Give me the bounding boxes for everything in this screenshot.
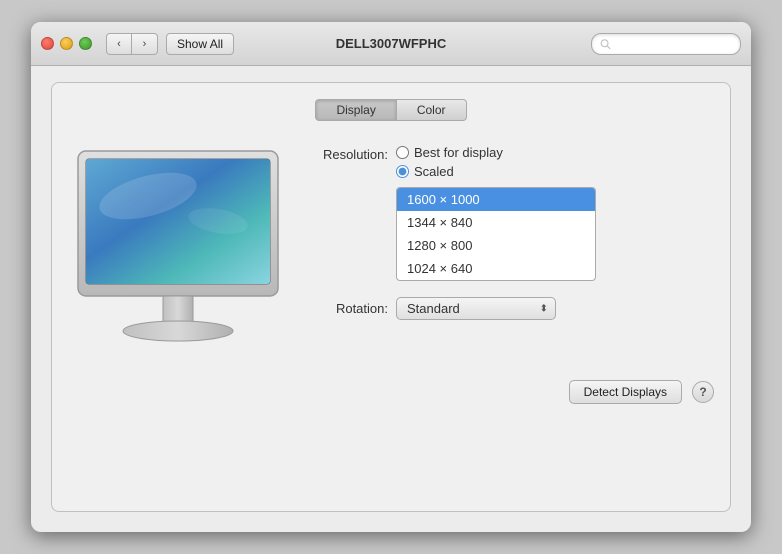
tab-bar: Display Color xyxy=(68,99,714,121)
monitor-illustration xyxy=(68,141,288,354)
resolution-row: Resolution: Best for display Scaled xyxy=(308,145,714,281)
minimize-button[interactable] xyxy=(60,37,73,50)
res-item-1344[interactable]: 1344 × 840 xyxy=(397,211,595,234)
rotation-select-wrapper: Standard 90° 180° 270° ⬍ xyxy=(396,297,556,320)
close-button[interactable] xyxy=(41,37,54,50)
tab-display[interactable]: Display xyxy=(315,99,396,121)
window-title: DELL3007WFPHC xyxy=(336,36,447,51)
rotation-select[interactable]: Standard 90° 180° 270° xyxy=(396,297,556,320)
show-all-button[interactable]: Show All xyxy=(166,33,234,55)
nav-buttons: ‹ › xyxy=(106,33,158,55)
rotation-label: Rotation: xyxy=(308,301,388,316)
res-item-1600[interactable]: 1600 × 1000 xyxy=(397,188,595,211)
main-content: Resolution: Best for display Scaled xyxy=(68,141,714,354)
bottom-bar: Detect Displays ? xyxy=(68,370,714,404)
resolution-list: 1600 × 1000 1344 × 840 1280 × 800 1024 ×… xyxy=(396,187,596,281)
scaled-option[interactable]: Scaled xyxy=(396,164,596,179)
main-window: ‹ › Show All DELL3007WFPHC Display Color xyxy=(31,22,751,532)
detect-displays-button[interactable]: Detect Displays xyxy=(569,380,682,404)
monitor-svg xyxy=(68,141,288,351)
inner-panel: Display Color xyxy=(51,82,731,512)
search-box[interactable] xyxy=(591,33,741,55)
maximize-button[interactable] xyxy=(79,37,92,50)
help-button[interactable]: ? xyxy=(692,381,714,403)
resolution-label: Resolution: xyxy=(308,145,388,162)
best-for-display-radio[interactable] xyxy=(396,146,409,159)
res-item-1280[interactable]: 1280 × 800 xyxy=(397,234,595,257)
titlebar: ‹ › Show All DELL3007WFPHC xyxy=(31,22,751,66)
best-for-display-option[interactable]: Best for display xyxy=(396,145,596,160)
search-input[interactable] xyxy=(615,37,732,51)
best-for-display-label: Best for display xyxy=(414,145,503,160)
scaled-label: Scaled xyxy=(414,164,454,179)
settings-panel: Resolution: Best for display Scaled xyxy=(308,141,714,320)
rotation-row: Rotation: Standard 90° 180° 270° ⬍ xyxy=(308,297,714,320)
content-area: Display Color xyxy=(31,66,751,532)
resolution-options: Best for display Scaled 1600 × 1000 1344… xyxy=(396,145,596,281)
traffic-lights xyxy=(41,37,92,50)
tab-color[interactable]: Color xyxy=(397,99,467,121)
res-item-1024[interactable]: 1024 × 640 xyxy=(397,257,595,280)
tab-segment: Display Color xyxy=(315,99,466,121)
search-icon xyxy=(600,38,611,50)
forward-button[interactable]: › xyxy=(132,33,158,55)
scaled-radio[interactable] xyxy=(396,165,409,178)
back-button[interactable]: ‹ xyxy=(106,33,132,55)
